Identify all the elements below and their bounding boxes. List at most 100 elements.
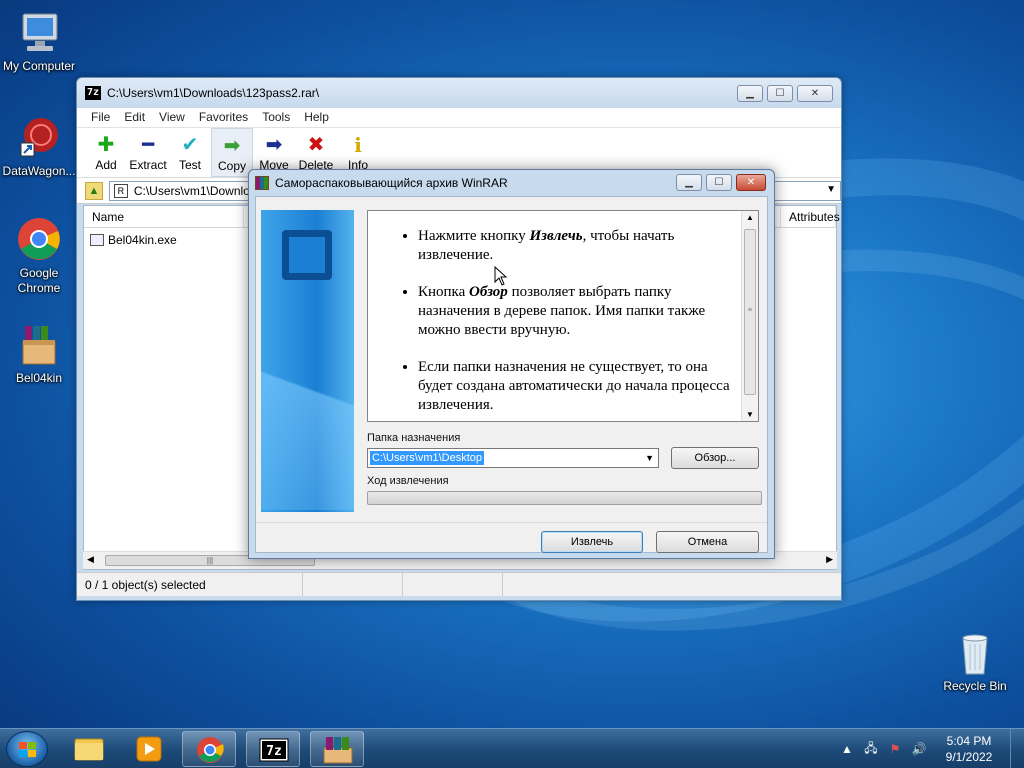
start-button[interactable] bbox=[6, 731, 48, 767]
menu-view[interactable]: View bbox=[153, 108, 193, 127]
maximize-button[interactable]: ☐ bbox=[706, 174, 732, 191]
clock-date: 9/1/2022 bbox=[945, 750, 993, 764]
menu-help[interactable]: Help bbox=[298, 108, 337, 127]
window-titlebar[interactable]: 7z C:\Users\vm1\Downloads\123pass2.rar\ … bbox=[77, 78, 841, 108]
scroll-left-icon[interactable]: ◀ bbox=[87, 554, 94, 565]
maximize-button[interactable]: ☐ bbox=[767, 85, 793, 102]
media-player-icon bbox=[136, 736, 162, 762]
minimize-button[interactable]: ▁ bbox=[676, 174, 702, 191]
desktop-icon-label: My Computer bbox=[2, 59, 76, 73]
destination-label: Папка назначения bbox=[367, 432, 461, 444]
instruction-item: Нажмите кнопку Извлечь, чтобы начать изв… bbox=[418, 227, 734, 265]
test-button[interactable]: ✔ Test bbox=[169, 128, 211, 177]
windows-logo-icon bbox=[19, 742, 37, 758]
winrar-archive-icon bbox=[323, 737, 353, 764]
app-7z-icon: 7z bbox=[85, 86, 101, 100]
clock-time: 5:04 PM bbox=[946, 734, 992, 748]
scrollbar-thumb[interactable]: ≡ bbox=[744, 229, 756, 395]
folder-icon bbox=[74, 738, 104, 761]
close-button[interactable]: ✕ bbox=[736, 174, 766, 191]
column-header-name[interactable]: Name bbox=[84, 206, 244, 227]
window-title: C:\Users\vm1\Downloads\123pass2.rar\ bbox=[107, 86, 320, 100]
clock[interactable]: 5:04 PM 9/1/2022 bbox=[934, 733, 1004, 765]
extract-button[interactable]: Извлечь bbox=[541, 531, 643, 553]
file-name: Bel04kin.exe bbox=[108, 233, 177, 247]
close-button[interactable]: ✕ bbox=[797, 85, 833, 102]
show-hidden-icons-icon[interactable]: ▲ bbox=[838, 742, 856, 756]
browse-button[interactable]: Обзор... bbox=[671, 447, 759, 469]
tool-label: Copy bbox=[217, 159, 246, 173]
exe-file-icon bbox=[90, 234, 104, 246]
tool-label: Test bbox=[178, 158, 201, 172]
destination-combobox[interactable]: C:\Users\vm1\Desktop ▼ bbox=[367, 448, 659, 468]
scroll-down-icon[interactable]: ▼ bbox=[746, 410, 754, 419]
info-icon: i bbox=[354, 133, 362, 157]
scroll-right-icon[interactable]: ▶ bbox=[826, 554, 833, 565]
move-arrow-icon: ➡ bbox=[265, 134, 283, 156]
plus-icon: ✚ bbox=[97, 134, 115, 156]
extraction-progress-bar bbox=[367, 491, 762, 505]
cancel-button[interactable]: Отмена bbox=[656, 531, 759, 553]
scroll-up-icon[interactable]: ▲ bbox=[746, 213, 754, 222]
network-icon[interactable]: 🖧 bbox=[862, 739, 880, 760]
chevron-down-icon[interactable]: ▼ bbox=[826, 184, 836, 195]
winrar-banner bbox=[261, 210, 354, 512]
square-logo-icon bbox=[282, 230, 332, 280]
menu-favorites[interactable]: Favorites bbox=[193, 108, 256, 127]
taskbar-7zip[interactable]: 7z bbox=[246, 731, 300, 767]
sfx-dialog: Самораспаковывающийся архив WinRAR ▁ ☐ ✕… bbox=[248, 169, 775, 559]
add-button[interactable]: ✚ Add bbox=[85, 128, 127, 177]
minimize-button[interactable]: ▁ bbox=[737, 85, 763, 102]
menu-edit[interactable]: Edit bbox=[118, 108, 153, 127]
delete-x-icon: ✖ bbox=[307, 134, 325, 156]
instructions-box: Нажмите кнопку Извлечь, чтобы начать изв… bbox=[367, 210, 759, 422]
desktop-icon-recycle-bin[interactable]: Recycle Bin bbox=[936, 630, 1014, 694]
extract-button[interactable]: ━ Extract bbox=[127, 128, 169, 177]
status-bar: 0 / 1 object(s) selected bbox=[77, 572, 841, 596]
copy-arrow-icon: ➡ bbox=[223, 135, 241, 157]
svg-text:7z: 7z bbox=[266, 744, 282, 759]
taskbar-winrar-sfx[interactable] bbox=[310, 731, 364, 767]
desktop-icon-google-chrome[interactable]: Google Chrome bbox=[0, 217, 78, 296]
desktop-icon-datawagon[interactable]: DataWagon... bbox=[0, 115, 78, 179]
show-desktop-button[interactable] bbox=[1010, 729, 1024, 768]
menu-file[interactable]: File bbox=[85, 108, 118, 127]
copy-button[interactable]: ➡ Copy bbox=[211, 128, 253, 177]
menu-tools[interactable]: Tools bbox=[256, 108, 298, 127]
desktop-icon-label: DataWagon... bbox=[2, 164, 76, 178]
chevron-down-icon[interactable]: ▼ bbox=[645, 453, 654, 463]
desktop-icon-label: Recycle Bin bbox=[943, 679, 1007, 693]
column-header-attributes[interactable]: Attributes bbox=[780, 206, 840, 227]
datawagon-icon bbox=[15, 115, 63, 161]
mouse-cursor-icon bbox=[494, 266, 508, 286]
desktop-icon-bel04kin[interactable]: Bel04kin bbox=[0, 322, 78, 386]
taskbar-chrome[interactable] bbox=[182, 731, 236, 767]
archive-small-icon: R bbox=[113, 183, 128, 198]
recycle-bin-icon bbox=[951, 630, 999, 676]
checkmark-icon: ✔ bbox=[181, 134, 199, 156]
minus-icon: ━ bbox=[141, 134, 155, 156]
winrar-archive-icon bbox=[15, 322, 63, 368]
vertical-scrollbar[interactable]: ▲ ≡ ▼ bbox=[741, 211, 758, 421]
menu-bar: File Edit View Favorites Tools Help bbox=[77, 108, 841, 128]
desktop-icon-my-computer[interactable]: My Computer bbox=[0, 10, 78, 74]
taskbar-media-player[interactable] bbox=[122, 731, 176, 767]
instruction-item: Если папки назначения не существует, то … bbox=[418, 358, 734, 415]
chrome-icon bbox=[197, 737, 224, 763]
progress-label: Ход извлечения bbox=[367, 475, 449, 487]
desktop-icon-label: Google Chrome bbox=[17, 266, 61, 295]
winrar-sfx-icon bbox=[255, 175, 269, 190]
taskbar-explorer[interactable] bbox=[62, 731, 116, 767]
destination-value: C:\Users\vm1\Desktop bbox=[370, 451, 485, 465]
chrome-icon bbox=[15, 217, 63, 263]
tool-label: Extract bbox=[129, 158, 167, 172]
taskbar: 7z ▲ 🖧 ⚑ 🔊 5:04 PM 9/1/2022 bbox=[0, 728, 1024, 768]
system-tray: ▲ 🖧 ⚑ 🔊 5:04 PM 9/1/2022 bbox=[838, 729, 1024, 768]
instruction-item: Кнопка Обзор позволяет выбрать папку наз… bbox=[418, 283, 734, 340]
action-center-flag-icon[interactable]: ⚑ bbox=[886, 742, 904, 756]
volume-icon[interactable]: 🔊 bbox=[910, 742, 928, 756]
folder-up-icon[interactable]: ▲ bbox=[85, 181, 103, 200]
dialog-titlebar[interactable]: Самораспаковывающийся архив WinRAR ▁ ☐ ✕ bbox=[249, 170, 774, 195]
app-7z-icon: 7z bbox=[259, 738, 289, 762]
status-text: 0 / 1 object(s) selected bbox=[77, 573, 303, 596]
